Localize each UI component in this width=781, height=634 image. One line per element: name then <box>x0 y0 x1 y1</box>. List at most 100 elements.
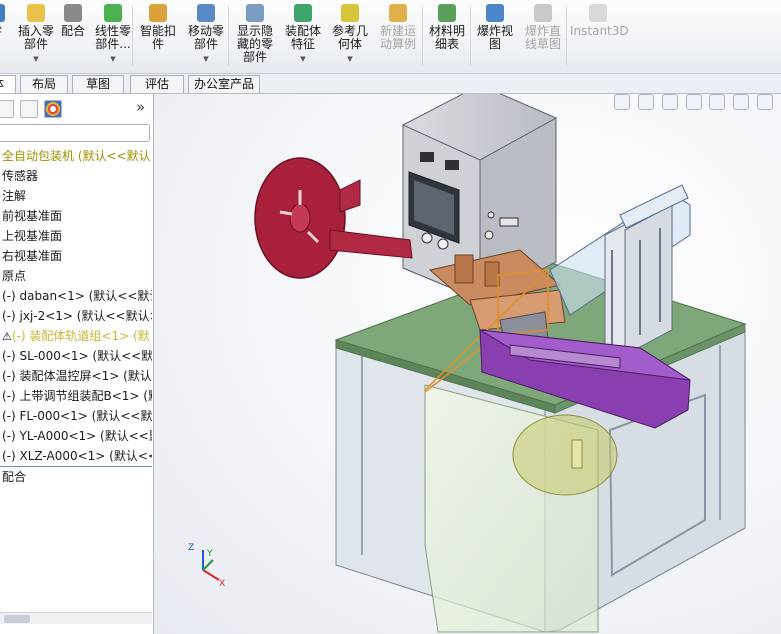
triad-y-label: Y <box>206 549 213 559</box>
tree-node-label: 前视基准面 <box>2 209 63 223</box>
expand-panel-button[interactable]: » <box>136 98 145 116</box>
tree-node-part[interactable]: (-) FL-000<1> (默认<<默 <box>0 406 152 426</box>
bill-of-materials-icon <box>438 4 456 22</box>
tree-node-label: (-) 装配体温控屏<1> (默认 <box>2 369 152 383</box>
ribbon-separator <box>228 6 229 66</box>
tree-node-part[interactable]: (-) YL-A000<1> (默认<<默 <box>0 426 152 446</box>
tree-node-label: 配合 <box>2 470 27 484</box>
display-manager-icon[interactable] <box>44 100 62 118</box>
tree-filter-input[interactable] <box>0 124 150 142</box>
new-motion-study-label: 新建运 动算例 <box>379 24 416 51</box>
tree-node-label: 上视基准面 <box>2 229 63 243</box>
assembly-features-icon <box>294 4 312 22</box>
tree-node-label: (-) XLZ-A000<1> (默认<< <box>2 449 152 463</box>
tree-node-folder[interactable]: 传感器 <box>0 166 152 186</box>
part-icon <box>0 4 5 22</box>
tree-node-plane[interactable]: 前视基准面 <box>0 206 152 226</box>
tree-node-label: 注解 <box>2 189 27 203</box>
tree-node-warn[interactable]: ⚠ (-) 装配体轨道组<1> (默 <box>0 326 152 346</box>
linear-pattern-icon <box>104 4 122 22</box>
tree-node-folder[interactable]: 注解 <box>0 186 152 206</box>
command-tabs: 体布局草图评估办公室产品 <box>0 74 781 94</box>
move-component-button[interactable]: 移动零 部件 ▼ <box>185 4 227 70</box>
show-hidden-icon <box>246 4 264 22</box>
triad-x-label: X <box>219 579 225 589</box>
tree-node-plane[interactable]: 右视基准面 <box>0 246 152 266</box>
exploded-view-label: 爆炸视 图 <box>476 24 513 51</box>
cam-wheel <box>512 414 618 496</box>
tree-node-label: 右视基准面 <box>2 249 63 263</box>
dropdown-arrow-icon[interactable]: ▼ <box>185 53 227 66</box>
film-reel <box>254 157 413 279</box>
assembly-model: Z Y X <box>188 94 747 633</box>
mate-icon <box>64 4 82 22</box>
insert-component-button[interactable]: 插入零 部件 ▼ <box>16 4 56 70</box>
mate-label: 配合 <box>60 24 85 38</box>
smart-fasteners-icon <box>149 4 167 22</box>
ribbon-separator <box>566 6 567 66</box>
explode-line-sketch-button[interactable]: 爆炸直 线草图 <box>522 4 564 70</box>
show-hidden-label: 显示隐 藏的零 部件 <box>236 24 273 64</box>
instant3d-button[interactable]: Instant3D <box>570 4 629 70</box>
part-button[interactable]: 零 <box>0 4 8 70</box>
command-manager: 零插入零 部件 ▼ 配合线性零 部件... ▼ 智能扣 件移动零 部件 ▼ 显示隐 藏的零 … <box>0 0 781 74</box>
horizontal-scrollbar[interactable] <box>0 612 152 624</box>
smart-fasteners-button[interactable]: 智能扣 件 <box>138 4 178 70</box>
dropdown-arrow-icon[interactable]: ▼ <box>16 53 56 66</box>
warning-icon: ⚠ <box>2 330 12 343</box>
ribbon-separator <box>132 6 133 66</box>
tree-node-plane[interactable]: 上视基准面 <box>0 226 152 246</box>
explode-line-sketch-label: 爆炸直 线草图 <box>524 24 561 51</box>
tree-node-label: (-) daban<1> (默认<<默认 <box>2 289 152 303</box>
tree-node-part[interactable]: (-) 上带调节组装配B<1> (默 <box>0 386 152 406</box>
tree-node-part[interactable]: (-) daban<1> (默认<<默认 <box>0 286 152 306</box>
bill-of-materials-button[interactable]: 材料明 细表 <box>427 4 467 70</box>
tree-node-part[interactable]: (-) 装配体温控屏<1> (默认 <box>0 366 152 386</box>
ribbon-separator <box>470 6 471 66</box>
tab-4[interactable]: 办公室产品 <box>188 75 260 93</box>
tab-2[interactable]: 草图 <box>72 75 124 93</box>
assembly-features-label: 装配体 特征 <box>284 24 321 51</box>
tree-node-part[interactable]: (-) XLZ-A000<1> (默认<< <box>0 446 152 466</box>
new-motion-study-icon <box>389 4 407 22</box>
tree-node-label: 原点 <box>2 269 27 283</box>
tree-node-mate[interactable]: 配合 <box>0 466 152 486</box>
move-component-icon <box>197 4 215 22</box>
tab-1[interactable]: 布局 <box>20 75 68 93</box>
coordinate-triad: Z Y X <box>188 543 225 589</box>
tree-node-part[interactable]: (-) SL-000<1> (默认<<默 <box>0 346 152 366</box>
tree-node-label: (-) FL-000<1> (默认<<默 <box>2 409 152 423</box>
reference-geometry-button[interactable]: 参考几 何体 ▼ <box>330 4 370 70</box>
instant3d-icon <box>589 4 607 22</box>
new-motion-study-button[interactable]: 新建运 动算例 <box>377 4 419 70</box>
tab-3[interactable]: 评估 <box>130 75 184 93</box>
tree-node-root[interactable]: 全自动包装机 (默认<<默认 <box>0 146 152 166</box>
ribbon-separator <box>422 6 423 66</box>
exploded-view-icon <box>486 4 504 22</box>
reference-geometry-label: 参考几 何体 <box>331 24 368 51</box>
assembly-features-button[interactable]: 装配体 特征 ▼ <box>283 4 323 70</box>
triad-z-label: Z <box>188 543 194 553</box>
property-manager-icon[interactable] <box>20 100 38 118</box>
dropdown-arrow-icon[interactable]: ▼ <box>92 53 134 66</box>
exploded-view-button[interactable]: 爆炸视 图 <box>475 4 515 70</box>
tree-node-label: (-) 上带调节组装配B<1> (默 <box>2 389 152 403</box>
mate-button[interactable]: 配合 <box>58 4 88 70</box>
linear-pattern-button[interactable]: 线性零 部件... ▼ <box>92 4 134 70</box>
tree-node-origin[interactable]: 原点 <box>0 266 152 286</box>
tree-node-label: (-) SL-000<1> (默认<<默 <box>2 349 152 363</box>
insert-component-icon <box>27 4 45 22</box>
tab-0[interactable]: 体 <box>0 75 16 93</box>
tree-node-label: 全自动包装机 (默认<<默认 <box>2 149 151 163</box>
show-hidden-button[interactable]: 显示隐 藏的零 部件 <box>234 4 276 70</box>
dropdown-arrow-icon[interactable]: ▼ <box>283 53 323 66</box>
scrollbar-thumb[interactable] <box>4 615 30 623</box>
tree-node-part[interactable]: (-) jxj-2<1> (默认<<默认> <box>0 306 152 326</box>
bill-of-materials-label: 材料明 细表 <box>428 24 465 51</box>
part-label: 零 <box>0 25 8 38</box>
feature-tree: 全自动包装机 (默认<<默认传感器注解前视基准面上视基准面右视基准面原点 (-) … <box>0 146 152 486</box>
dropdown-arrow-icon[interactable]: ▼ <box>330 53 370 66</box>
reference-geometry-icon <box>341 4 359 22</box>
graphics-area[interactable]: Z Y X <box>154 94 781 634</box>
feature-tree-icon[interactable] <box>0 100 14 118</box>
